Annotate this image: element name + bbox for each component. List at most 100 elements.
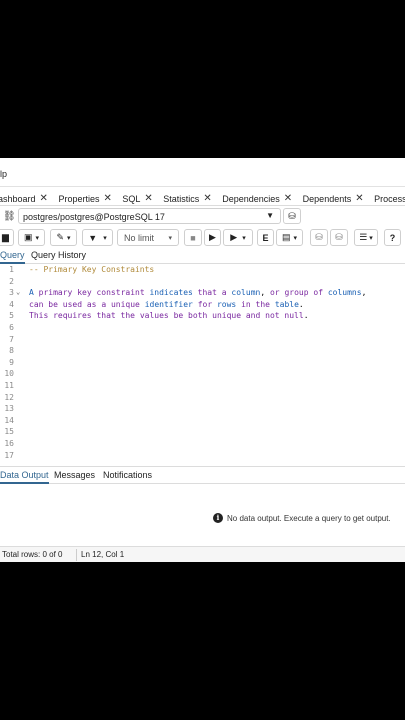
play-script-icon: ▶	[230, 232, 238, 242]
tab-label: ashboard	[0, 193, 36, 204]
editor-line: 14	[0, 416, 405, 428]
help-icon: ?	[389, 232, 396, 243]
line-number: 7	[9, 334, 14, 344]
sql-token: This	[29, 311, 49, 321]
editor-line: 6	[0, 323, 405, 335]
commit-icon: ⛁	[315, 232, 323, 242]
tab-dependents[interactable]: Dependents ✕	[302, 189, 372, 205]
tab-dependencies[interactable]: Dependencies ✕	[222, 189, 300, 205]
execute-button[interactable]: ▶	[204, 229, 221, 246]
connection-value: postgres/postgres@PostgreSQL 17	[23, 212, 165, 222]
sql-token: unique	[212, 311, 242, 321]
tab-dashboard[interactable]: ashboard ✕	[0, 189, 56, 205]
line-number: 5	[9, 311, 14, 321]
sql-token: identifier	[144, 299, 193, 309]
edit-button[interactable]: ✎ ▾	[50, 229, 77, 246]
explain-analyze-button[interactable]: ▤ ▾	[276, 229, 303, 246]
editor-line: 1 -- Primary Key Constraints	[0, 265, 405, 277]
sql-token: both	[188, 311, 208, 321]
total-rows: Total rows: 0 of 0	[2, 550, 63, 559]
sql-token: indicates	[149, 288, 193, 298]
close-icon[interactable]: ✕	[40, 193, 48, 204]
line-number: 2	[9, 276, 14, 286]
sql-token: rows	[216, 299, 237, 309]
sql-token: group	[284, 288, 309, 298]
sql-token: for	[197, 299, 213, 309]
line-number: 1	[9, 265, 14, 274]
stop-icon: ■	[190, 232, 196, 243]
tab-query-history[interactable]: Query History	[31, 250, 86, 264]
status-separator	[76, 549, 77, 561]
sql-token: as	[86, 299, 97, 309]
editor-line: 4 can be used as a unique identifier for …	[0, 300, 405, 312]
editor-line: 11	[0, 381, 405, 393]
line-number: 16	[4, 439, 14, 448]
line-number: 6	[9, 323, 14, 332]
tab-data-output[interactable]: Data Output	[0, 470, 49, 484]
connection-select[interactable]: postgres/postgres@PostgreSQL 17 ▼	[18, 208, 281, 224]
editor-line: 10	[0, 369, 405, 381]
save-file-button[interactable]: ▣ ▾	[18, 229, 45, 246]
sql-token: used	[62, 299, 83, 309]
line-number: 12	[4, 392, 14, 402]
tab-notifications[interactable]: Notifications	[103, 470, 152, 484]
new-connection-button[interactable]: ⛁	[283, 208, 301, 224]
limit-select[interactable]: No limit ▾	[117, 229, 179, 246]
close-icon[interactable]: ✕	[144, 193, 152, 204]
sql-token: not	[265, 311, 280, 321]
commit-button[interactable]: ⛁	[310, 229, 328, 246]
rollback-button[interactable]: ⛁	[330, 229, 348, 246]
stop-button[interactable]: ■	[184, 229, 202, 246]
filter-icon: ▼	[88, 232, 98, 243]
info-icon: i	[213, 513, 223, 523]
tab-messages[interactable]: Messages	[54, 470, 95, 484]
tab-query[interactable]: Query	[0, 250, 25, 264]
filter-button[interactable]: ▼ ▾	[82, 229, 113, 246]
close-icon[interactable]: ✕	[355, 193, 363, 204]
sql-token: can	[29, 299, 44, 309]
sql-token: a	[221, 288, 227, 298]
chevron-down-icon: ▾	[35, 234, 40, 242]
sql-editor[interactable]: 1 -- Primary Key Constraints 2 3 ⌄ A primary …	[0, 265, 405, 465]
menu-help[interactable]: lp	[0, 169, 7, 185]
play-icon: ▶	[209, 232, 216, 242]
editor-line: 5 This requires that the values be both u…	[0, 311, 405, 323]
sql-token: null	[284, 311, 304, 321]
help-button[interactable]: ?	[384, 229, 401, 246]
macros-button[interactable]: ☰ ▾	[354, 229, 378, 246]
sql-token: that	[96, 311, 116, 321]
editor-line: 2	[0, 277, 405, 289]
query-toolbar: ▆ ▣ ▾ ✎ ▾ ▼ ▾ No limit ▾ ■ ▶ ▶ ▾ E ▤ ▾ ⛁ ⛁ ☰ ▾ …	[0, 226, 405, 248]
explain-icon: E	[262, 232, 269, 243]
close-icon[interactable]: ✕	[103, 193, 111, 204]
sql-token: the	[120, 311, 135, 321]
editor-line: 9	[0, 358, 405, 370]
panel-divider[interactable]	[0, 466, 405, 467]
tab-properties[interactable]: Properties ✕	[58, 189, 119, 205]
tab-statistics[interactable]: Statistics ✕	[163, 189, 219, 205]
status-bar: Total rows: 0 of 0 Ln 12, Col 1	[0, 546, 405, 562]
editor-line: 12	[0, 393, 405, 405]
sql-token: ,	[361, 288, 367, 298]
chevron-down-icon: ▾	[67, 234, 71, 242]
tab-processes[interactable]: Processes✕	[374, 189, 405, 205]
sql-token: column	[231, 288, 261, 298]
close-icon[interactable]: ✕	[284, 193, 292, 204]
close-icon[interactable]: ✕	[203, 193, 211, 204]
fold-chevron-icon[interactable]: ⌄	[16, 288, 20, 296]
editor-line: 3 ⌄ A primary key constraint indicates tha…	[0, 288, 405, 300]
sql-token: be	[48, 299, 58, 309]
sql-token: that	[197, 288, 217, 298]
editor-line: 17	[0, 451, 405, 463]
tab-label: Dependents	[302, 193, 352, 204]
save-icon: ▣	[23, 232, 33, 242]
line-number: 10	[4, 369, 14, 379]
sql-token: values	[139, 311, 169, 321]
execute-script-button[interactable]: ▶ ▾	[223, 229, 253, 246]
editor-line: 13	[0, 404, 405, 416]
tab-sql[interactable]: SQL ✕	[122, 189, 160, 205]
explain-button[interactable]: E	[257, 229, 274, 246]
open-file-button[interactable]: ▆	[0, 229, 14, 246]
line-number: 8	[9, 346, 14, 356]
chart-icon: ▤	[281, 232, 291, 242]
